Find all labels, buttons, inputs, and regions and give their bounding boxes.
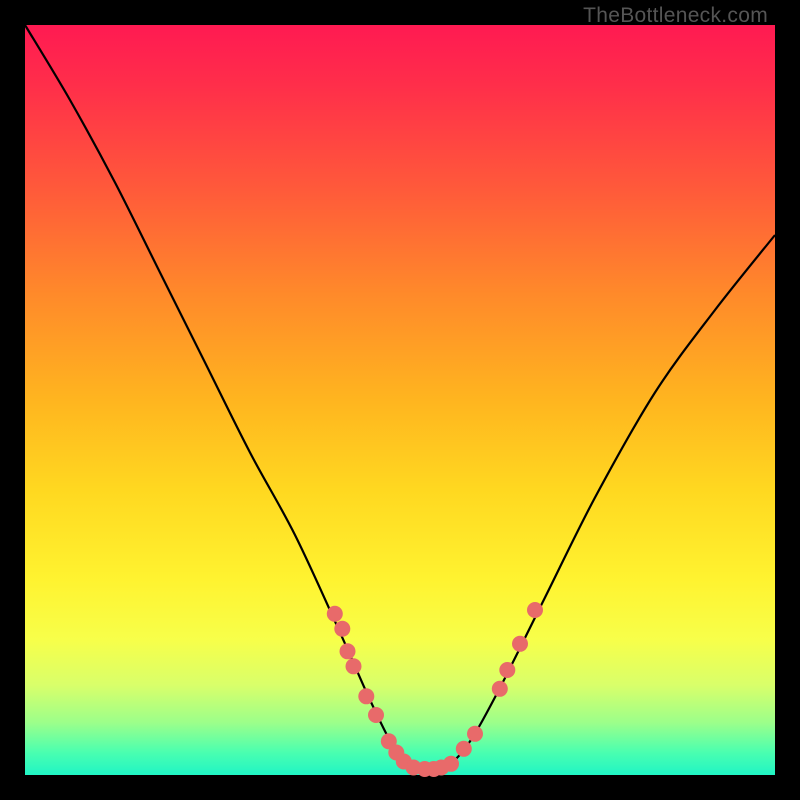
data-marker — [358, 688, 374, 704]
data-marker — [346, 658, 362, 674]
data-marker — [499, 662, 515, 678]
data-marker — [334, 621, 350, 637]
chart-svg — [25, 25, 775, 775]
data-marker — [327, 606, 343, 622]
data-markers — [327, 602, 543, 777]
v-curve — [25, 25, 775, 770]
data-marker — [368, 707, 384, 723]
data-marker — [512, 636, 528, 652]
data-marker — [340, 643, 356, 659]
data-marker — [467, 726, 483, 742]
data-marker — [527, 602, 543, 618]
data-marker — [492, 681, 508, 697]
data-marker — [456, 741, 472, 757]
watermark-label: TheBottleneck.com — [583, 4, 768, 28]
gradient-plot-area — [25, 25, 775, 775]
data-marker — [443, 756, 459, 772]
